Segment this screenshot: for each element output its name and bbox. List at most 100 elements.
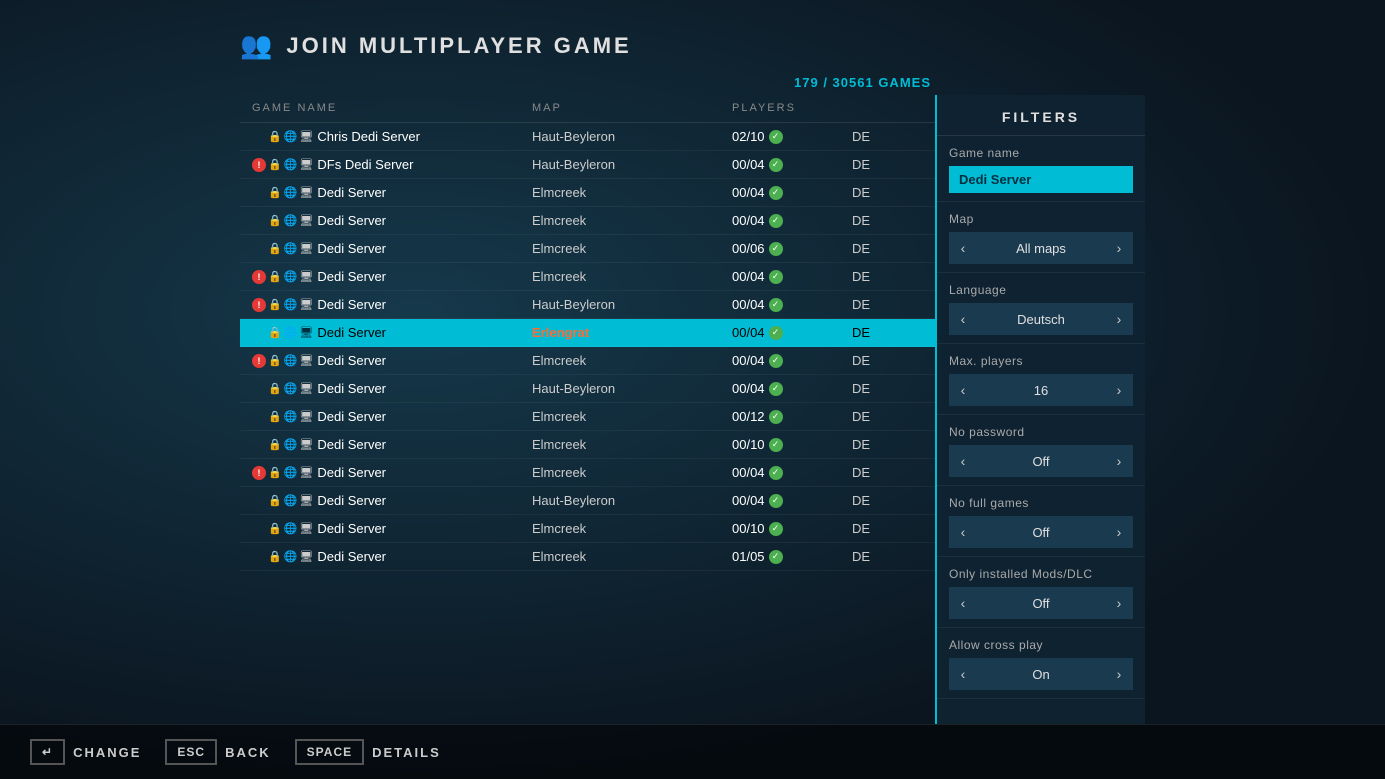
server-lang: DE	[852, 409, 912, 424]
check-icon: ✓	[769, 186, 783, 200]
table-row[interactable]: 🔒🌐🖥Dedi ServerElmcreek00/12 ✓DE	[240, 403, 935, 431]
table-row[interactable]: 🔒🌐🖥Dedi ServerElmcreek00/04 ✓DE	[240, 207, 935, 235]
table-row[interactable]: !🔒🌐🖥Dedi ServerElmcreek00/04 ✓DE	[240, 347, 935, 375]
back-label: BACK	[225, 745, 271, 760]
server-name-cell: 🔒🌐🖥Dedi Server	[252, 493, 532, 508]
details-label: DETAILS	[372, 745, 441, 760]
monitor-icon: 🖥	[299, 130, 313, 143]
table-row[interactable]: 🔒🌐🖥Dedi ServerElmcreek00/10 ✓DE	[240, 515, 935, 543]
server-map: Elmcreek	[532, 465, 732, 480]
header: 👥 JOIN MULTIPLAYER GAME	[0, 0, 1385, 71]
table-row[interactable]: !🔒🌐🖥Dedi ServerElmcreek00/04 ✓DE	[240, 263, 935, 291]
warning-icon: !	[252, 354, 266, 368]
filter-no-full-games-prev[interactable]: ‹	[949, 516, 977, 548]
change-label: CHANGE	[73, 745, 141, 760]
server-lang: DE	[852, 185, 912, 200]
filter-allow-cross-play-value: On	[977, 661, 1105, 688]
server-lang: DE	[852, 465, 912, 480]
table-row[interactable]: 🔒🌐🖥Dedi ServerHaut-Beyleron00/04 ✓DE	[240, 375, 935, 403]
filter-map-selector: ‹ All maps ›	[949, 232, 1133, 264]
table-row[interactable]: !🔒🌐🖥Dedi ServerElmcreek00/04 ✓DE	[240, 459, 935, 487]
change-key-box: ↵	[30, 739, 65, 765]
filter-map-prev[interactable]: ‹	[949, 232, 977, 264]
server-name: DFs Dedi Server	[317, 157, 413, 172]
filters-title: FILTERS	[937, 95, 1145, 136]
filter-map: Map ‹ All maps ›	[937, 202, 1145, 273]
filter-no-full-games-next[interactable]: ›	[1105, 516, 1133, 548]
monitor-icon: 🖥	[299, 270, 313, 283]
table-row[interactable]: 🔒🌐🖥Dedi ServerElmcreek01/05 ✓DE	[240, 543, 935, 571]
server-map: Elmcreek	[532, 549, 732, 564]
table-row[interactable]: 🔒🌐🖥Dedi ServerElmcreek00/06 ✓DE	[240, 235, 935, 263]
filter-language: Language ‹ Deutsch ›	[937, 273, 1145, 344]
monitor-icon: 🖥	[299, 466, 313, 479]
lock-icon: 🔒	[268, 466, 282, 479]
filter-max-players-next[interactable]: ›	[1105, 374, 1133, 406]
server-lang: DE	[852, 381, 912, 396]
col-map: MAP	[532, 102, 732, 114]
lock-icon: 🔒	[268, 382, 282, 395]
server-name-cell: 🔒🌐🖥Chris Dedi Server	[252, 129, 532, 144]
filter-game-name-input[interactable]	[949, 166, 1133, 193]
filter-only-installed-label: Only installed Mods/DLC	[949, 567, 1133, 581]
change-key-icon: ↵	[42, 745, 53, 759]
check-icon: ✓	[769, 494, 783, 508]
server-lang: DE	[852, 493, 912, 508]
filter-max-players: Max. players ‹ 16 ›	[937, 344, 1145, 415]
server-map: Elmcreek	[532, 241, 732, 256]
server-name-cell: !🔒🌐🖥Dedi Server	[252, 297, 532, 312]
monitor-icon: 🖥	[299, 242, 313, 255]
server-players: 00/10 ✓	[732, 521, 852, 536]
filter-no-password-next[interactable]: ›	[1105, 445, 1133, 477]
server-players: 01/05 ✓	[732, 549, 852, 564]
table-row[interactable]: 🔒🌐🖥Dedi ServerElmcreek00/04 ✓DE	[240, 179, 935, 207]
table-row[interactable]: !🔒🌐🖥Dedi ServerHaut-Beyleron00/04 ✓DE	[240, 291, 935, 319]
filter-only-installed-next[interactable]: ›	[1105, 587, 1133, 619]
check-icon: ✓	[769, 382, 783, 396]
server-players: 00/04 ✓	[732, 297, 852, 312]
filter-only-installed-value: Off	[977, 590, 1105, 617]
filter-no-full-games-value: Off	[977, 519, 1105, 546]
server-list[interactable]: 🔒🌐🖥Chris Dedi ServerHaut-Beyleron02/10 ✓…	[240, 123, 935, 724]
server-players: 00/12 ✓	[732, 409, 852, 424]
filter-map-next[interactable]: ›	[1105, 232, 1133, 264]
globe-icon: 🌐	[284, 214, 298, 227]
monitor-icon: 🖥	[299, 354, 313, 367]
table-row[interactable]: !🔒🌐🖥DFs Dedi ServerHaut-Beyleron00/04 ✓D…	[240, 151, 935, 179]
lock-icon: 🔒	[268, 550, 282, 563]
filter-max-players-prev[interactable]: ‹	[949, 374, 977, 406]
filter-allow-cross-play-prev[interactable]: ‹	[949, 658, 977, 690]
games-count: 179 / 30561 GAMES	[240, 71, 935, 94]
server-lang: DE	[852, 325, 912, 340]
check-icon: ✓	[769, 298, 783, 312]
filter-no-full-games: No full games ‹ Off ›	[937, 486, 1145, 557]
server-lang: DE	[852, 353, 912, 368]
server-icon-set: 🔒🌐🖥	[252, 130, 313, 143]
server-map: Elmcreek	[532, 213, 732, 228]
server-name-cell: 🔒🌐🖥Dedi Server	[252, 213, 532, 228]
monitor-icon: 🖥	[299, 550, 313, 563]
check-icon: ✓	[769, 242, 783, 256]
filter-only-installed-prev[interactable]: ‹	[949, 587, 977, 619]
col-players: PLAYERS	[732, 102, 852, 114]
server-players: 00/04 ✓	[732, 381, 852, 396]
filter-language-prev[interactable]: ‹	[949, 303, 977, 335]
server-icon-set: 🔒🌐🖥	[252, 438, 313, 451]
server-name: Dedi Server	[317, 465, 386, 480]
table-row[interactable]: 🔒🌐🖥Dedi ServerHaut-Beyleron00/04 ✓DE	[240, 487, 935, 515]
table-row[interactable]: 🔒🌐🖥Chris Dedi ServerHaut-Beyleron02/10 ✓…	[240, 123, 935, 151]
filter-language-next[interactable]: ›	[1105, 303, 1133, 335]
server-icon-set: 🔒🌐🖥	[252, 382, 313, 395]
server-map: Elmcreek	[532, 269, 732, 284]
server-name-cell: 🔒🌐🖥Dedi Server	[252, 549, 532, 564]
globe-icon: 🌐	[284, 186, 298, 199]
filter-map-value: All maps	[977, 235, 1105, 262]
globe-icon: 🌐	[284, 354, 298, 367]
table-row[interactable]: i🔒🌐🖥Dedi ServerErlengrat00/04 ✓DE	[240, 319, 935, 347]
server-map: Haut-Beyleron	[532, 381, 732, 396]
filter-no-password-prev[interactable]: ‹	[949, 445, 977, 477]
table-row[interactable]: 🔒🌐🖥Dedi ServerElmcreek00/10 ✓DE	[240, 431, 935, 459]
filter-allow-cross-play-next[interactable]: ›	[1105, 658, 1133, 690]
server-map: Elmcreek	[532, 521, 732, 536]
warning-icon: !	[252, 158, 266, 172]
